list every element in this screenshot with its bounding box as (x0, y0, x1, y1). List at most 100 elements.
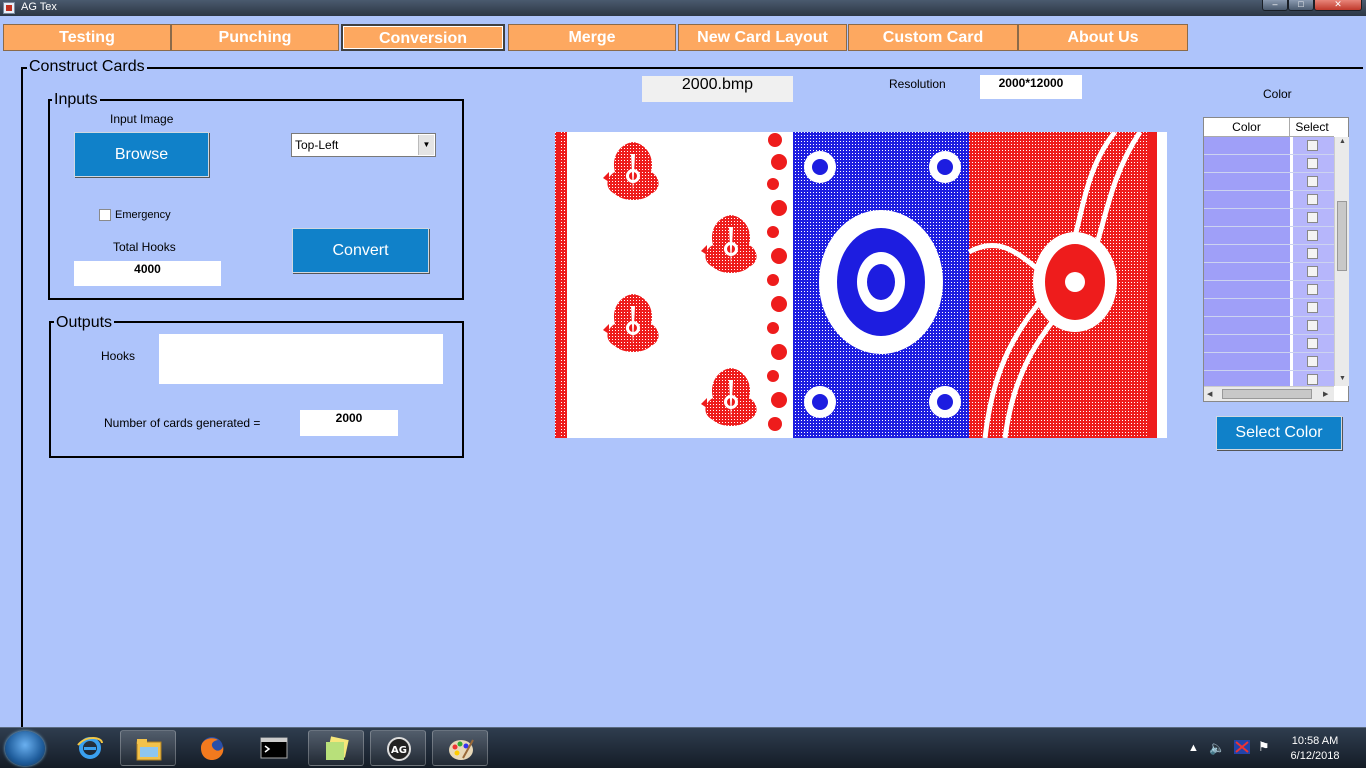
firefox-icon[interactable] (184, 730, 240, 766)
resolution-field: 2000*12000 (980, 75, 1082, 99)
select-cell (1293, 263, 1334, 280)
select-checkbox[interactable] (1307, 320, 1318, 331)
color-table-row[interactable] (1204, 227, 1334, 245)
color-table[interactable]: Color Select ▲ ▼ ◀ ▶ (1203, 117, 1349, 402)
tab-about-us[interactable]: About Us (1018, 24, 1188, 51)
vertical-scroll-thumb[interactable] (1337, 201, 1347, 271)
color-swatch (1204, 155, 1290, 172)
tab-punching[interactable]: Punching (171, 24, 339, 51)
color-table-row[interactable] (1204, 299, 1334, 317)
design-image-preview (555, 132, 1167, 438)
select-checkbox[interactable] (1307, 248, 1318, 259)
emergency-checkbox[interactable] (99, 209, 111, 221)
browse-button[interactable]: Browse (74, 132, 209, 177)
minimize-button[interactable]: – (1262, 0, 1288, 11)
color-swatch (1204, 137, 1290, 154)
total-hooks-label: Total Hooks (113, 240, 176, 254)
internet-explorer-icon[interactable] (62, 730, 118, 766)
color-swatch (1204, 335, 1290, 352)
select-checkbox[interactable] (1307, 338, 1318, 349)
file-explorer-icon[interactable] (120, 730, 176, 766)
select-checkbox[interactable] (1307, 302, 1318, 313)
ag-tex-icon[interactable]: AG (370, 730, 426, 766)
select-checkbox[interactable] (1307, 230, 1318, 241)
tab-new-card-layout[interactable]: New Card Layout (678, 24, 847, 51)
select-cell (1293, 299, 1334, 316)
color-column-header: Color (1204, 118, 1290, 137)
color-swatch (1204, 281, 1290, 298)
color-label: Color (1263, 87, 1292, 101)
tab-testing[interactable]: Testing (3, 24, 171, 51)
outputs-title: Outputs (54, 314, 115, 332)
select-cell (1293, 281, 1334, 298)
select-checkbox[interactable] (1307, 176, 1318, 187)
cards-generated-field[interactable]: 2000 (300, 410, 398, 436)
select-checkbox[interactable] (1307, 266, 1318, 277)
color-table-row[interactable] (1204, 173, 1334, 191)
select-checkbox[interactable] (1307, 140, 1318, 151)
hooks-output-field[interactable] (159, 334, 443, 384)
select-cell (1293, 191, 1334, 208)
select-checkbox[interactable] (1307, 284, 1318, 295)
cards-generated-label: Number of cards generated = (104, 416, 261, 430)
command-prompt-icon[interactable] (246, 730, 302, 766)
color-swatch (1204, 317, 1290, 334)
action-center-flag-icon[interactable]: ⚑ (1258, 739, 1270, 755)
color-table-row[interactable] (1204, 317, 1334, 335)
color-table-row[interactable] (1204, 245, 1334, 263)
title-bar: AG Tex – □ ✕ (0, 0, 1366, 16)
scroll-right-icon[interactable]: ▶ (1323, 390, 1328, 398)
select-column-header: Select (1290, 118, 1334, 137)
app-icon (3, 2, 15, 14)
select-checkbox[interactable] (1307, 194, 1318, 205)
system-clock[interactable]: 10:58 AM 6/12/2018 (1280, 734, 1350, 764)
select-cell (1293, 173, 1334, 190)
tab-custom-card[interactable]: Custom Card (848, 24, 1018, 51)
color-table-row[interactable] (1204, 263, 1334, 281)
start-button[interactable] (5, 731, 45, 766)
total-hooks-field[interactable]: 4000 (74, 261, 221, 286)
select-cell (1293, 155, 1334, 172)
select-checkbox[interactable] (1307, 374, 1318, 385)
paint-icon[interactable] (432, 730, 488, 766)
select-cell (1293, 335, 1334, 352)
taskbar: AG ▲ 🔈 ⚑ 10:58 AM 6/12/2018 (0, 727, 1366, 768)
scroll-left-icon[interactable]: ◀ (1207, 390, 1212, 398)
select-cell (1293, 353, 1334, 370)
color-swatch (1204, 209, 1290, 226)
design-image (555, 132, 1157, 438)
select-color-button[interactable]: Select Color (1216, 416, 1342, 450)
chevron-down-icon[interactable]: ▼ (418, 135, 434, 155)
scroll-up-icon[interactable]: ▲ (1339, 138, 1346, 145)
tab-conversion[interactable]: Conversion (341, 24, 505, 51)
maximize-button[interactable]: □ (1288, 0, 1314, 11)
tray-chevron-up-icon[interactable]: ▲ (1188, 742, 1199, 754)
clock-time: 10:58 AM (1291, 735, 1339, 747)
color-table-row[interactable] (1204, 353, 1334, 371)
select-checkbox[interactable] (1307, 356, 1318, 367)
color-table-row[interactable] (1204, 137, 1334, 155)
color-table-row[interactable] (1204, 335, 1334, 353)
color-swatch (1204, 173, 1290, 190)
select-cell (1293, 209, 1334, 226)
network-icon[interactable] (1233, 739, 1251, 758)
horizontal-scrollbar[interactable]: ◀ ▶ (1204, 386, 1334, 401)
color-table-row[interactable] (1204, 281, 1334, 299)
color-table-row[interactable] (1204, 209, 1334, 227)
vertical-scrollbar[interactable]: ▲ ▼ (1334, 137, 1349, 386)
color-swatch (1204, 263, 1290, 280)
sticky-notes-icon[interactable] (308, 730, 364, 766)
close-button[interactable]: ✕ (1314, 0, 1362, 11)
tab-merge[interactable]: Merge (508, 24, 676, 51)
convert-button[interactable]: Convert (292, 228, 429, 273)
color-table-row[interactable] (1204, 191, 1334, 209)
svg-text:AG: AG (391, 745, 407, 756)
select-checkbox[interactable] (1307, 212, 1318, 223)
select-checkbox[interactable] (1307, 158, 1318, 169)
position-select[interactable]: Top-Left ▼ (291, 133, 436, 157)
volume-icon[interactable]: 🔈 (1209, 740, 1225, 756)
color-table-row[interactable] (1204, 155, 1334, 173)
horizontal-scroll-thumb[interactable] (1222, 389, 1312, 399)
scroll-down-icon[interactable]: ▼ (1339, 375, 1346, 382)
select-cell (1293, 227, 1334, 244)
